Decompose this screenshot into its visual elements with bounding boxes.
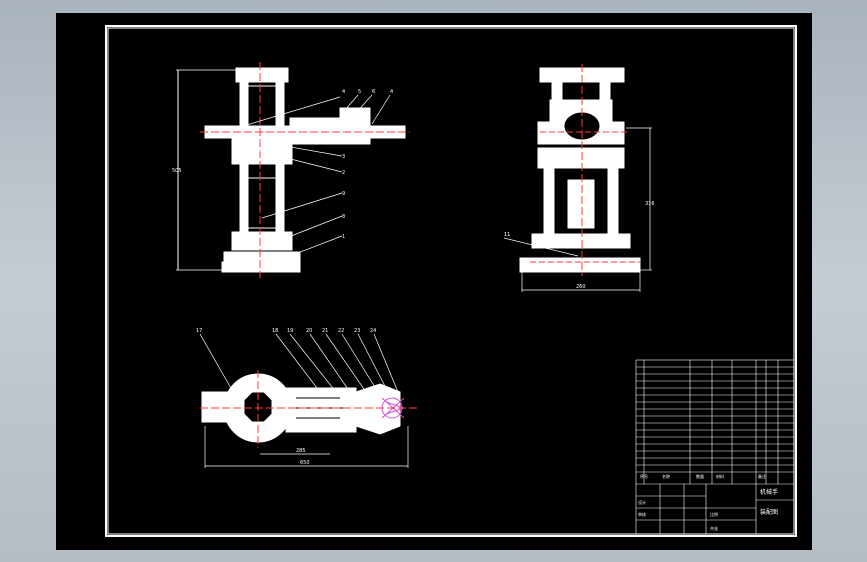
svg-text:21: 21 <box>322 328 328 334</box>
svg-text:备注: 备注 <box>758 473 766 479</box>
svg-text:650: 650 <box>300 460 310 466</box>
svg-text:4: 4 <box>390 89 393 95</box>
right-column-lower <box>275 163 285 235</box>
left-column-lower <box>239 163 249 235</box>
base-foot <box>221 261 301 273</box>
svg-text:审核: 审核 <box>638 511 646 517</box>
svg-text:11: 11 <box>504 232 510 238</box>
svg-text:4: 4 <box>342 89 345 95</box>
top-view-arm <box>285 387 357 433</box>
svg-text:260: 260 <box>576 284 586 290</box>
top-crossbar <box>235 67 289 83</box>
side-mid-housing <box>537 147 625 169</box>
svg-text:比例: 比例 <box>710 511 718 517</box>
svg-text:8: 8 <box>342 214 345 220</box>
arm-block <box>339 107 371 123</box>
drawing-title: 机械手 <box>760 488 778 496</box>
svg-text:3: 3 <box>342 154 345 160</box>
svg-text:1: 1 <box>342 234 345 240</box>
svg-text:5: 5 <box>358 89 361 95</box>
side-right-column <box>607 167 619 235</box>
svg-text:设计: 设计 <box>638 499 646 505</box>
svg-text:316: 316 <box>645 201 655 207</box>
front-height-dim: 505 <box>172 168 182 174</box>
base-housing <box>231 231 293 251</box>
cad-drawing: 505 4 5 6 4 3 2 9 8 1 316 260 11 650 285 17 18… <box>107 27 795 535</box>
side-center-column <box>567 179 595 229</box>
front-view <box>204 67 406 273</box>
svg-text:23: 23 <box>354 328 360 334</box>
svg-text:24: 24 <box>370 328 376 334</box>
svg-text:序号: 序号 <box>640 473 648 479</box>
side-left-column <box>543 167 555 235</box>
title-block <box>635 359 795 535</box>
svg-text:材料: 材料 <box>716 473 724 479</box>
side-base <box>519 257 641 273</box>
svg-text:9: 9 <box>342 191 345 197</box>
svg-text:20: 20 <box>306 328 312 334</box>
svg-text:17: 17 <box>196 328 202 334</box>
side-view <box>519 67 641 273</box>
svg-text:2: 2 <box>342 170 345 176</box>
drawing-name: 装配图 <box>760 508 778 516</box>
svg-text:22: 22 <box>338 328 344 334</box>
base-plate <box>223 251 301 263</box>
svg-text:285: 285 <box>296 448 306 454</box>
svg-text:名称: 名称 <box>662 473 670 479</box>
svg-text:6: 6 <box>372 89 375 95</box>
svg-text:18: 18 <box>272 328 278 334</box>
side-base-housing <box>531 233 631 249</box>
svg-text:数量: 数量 <box>696 473 704 479</box>
svg-text:共张: 共张 <box>710 525 718 531</box>
svg-text:19: 19 <box>287 328 293 334</box>
